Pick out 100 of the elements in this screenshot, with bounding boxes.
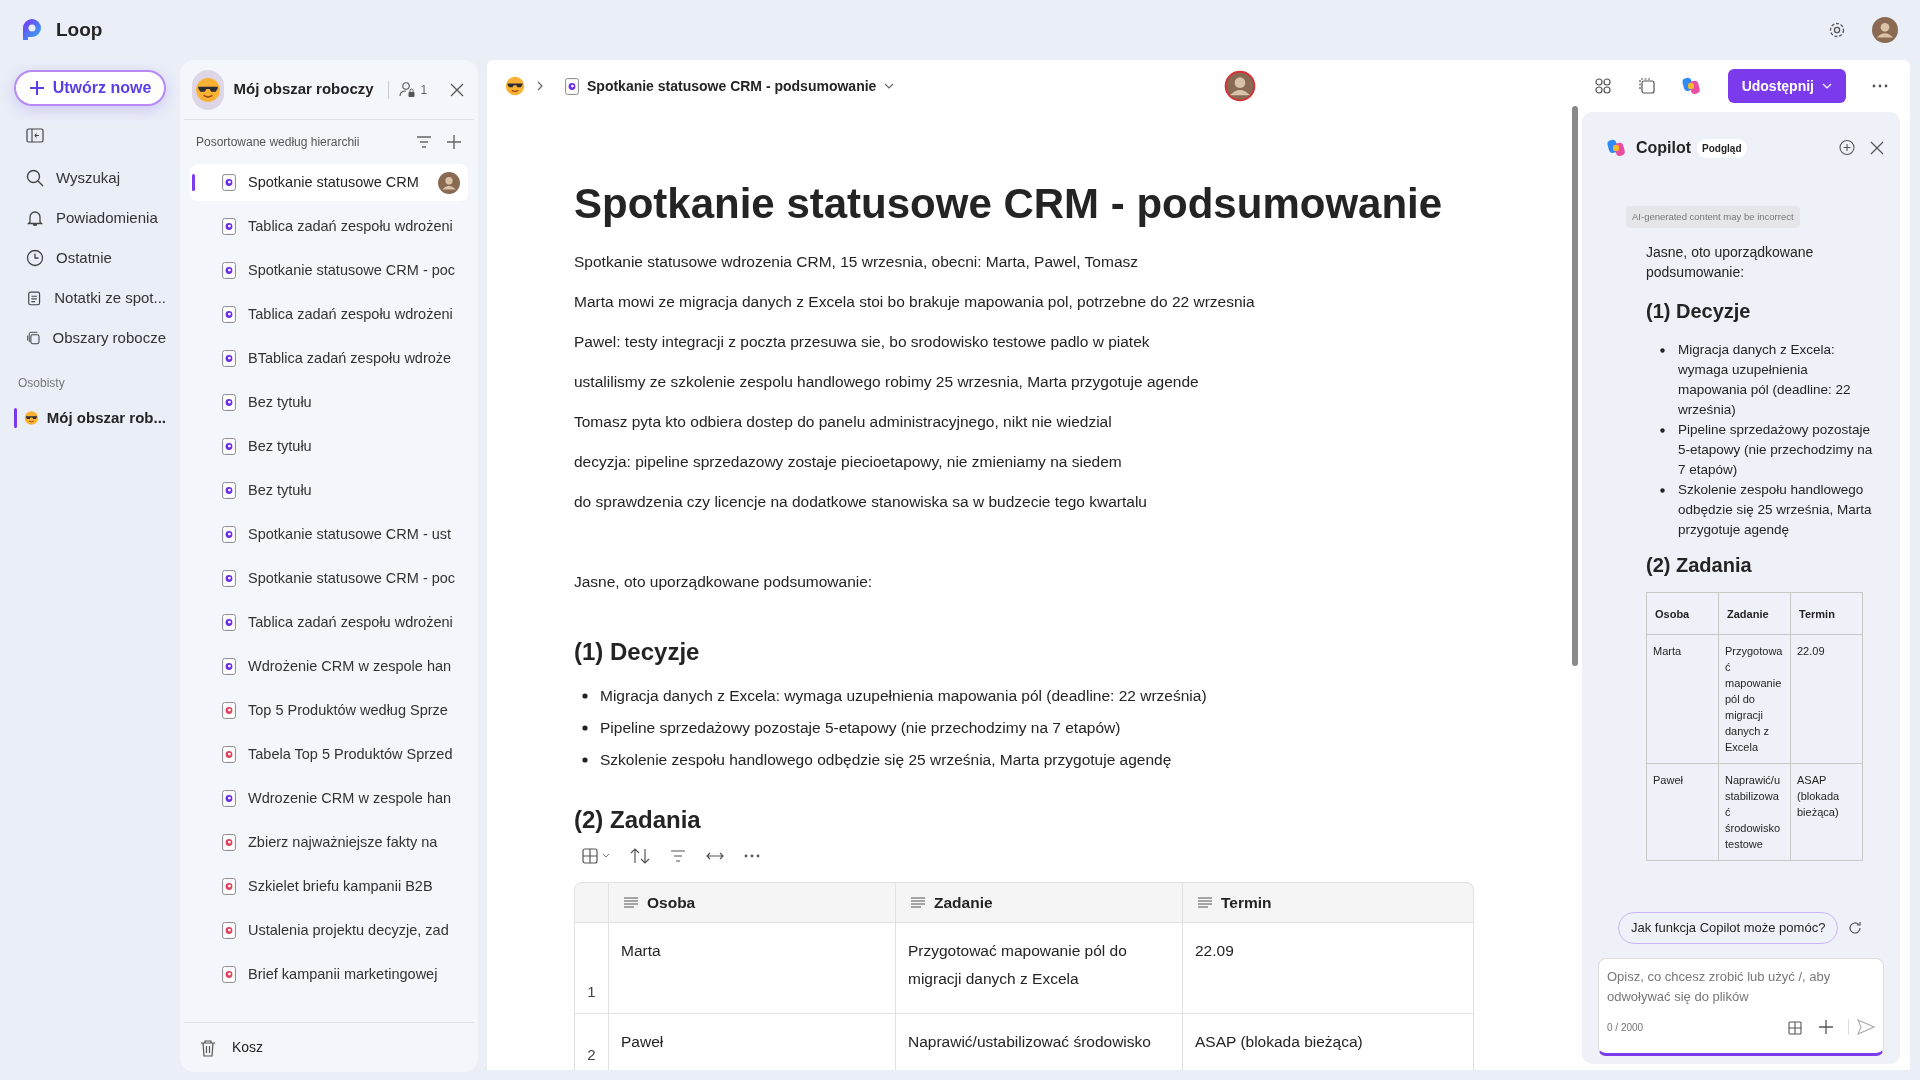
collapse-sidebar-button[interactable]: [26, 126, 46, 146]
nav-item[interactable]: Notatki ze spot...: [14, 278, 166, 318]
close-icon: [1870, 141, 1884, 155]
nav-item[interactable]: Obszary robocze: [14, 318, 166, 358]
send-icon: [1857, 1019, 1875, 1035]
page-item[interactable]: Spotkanie statusowe CRM - poc: [190, 252, 468, 289]
page-item[interactable]: Wdrożenie CRM w zespole han: [190, 648, 468, 685]
column-header[interactable]: Termin: [1221, 890, 1272, 915]
bullet-icon: [1660, 488, 1665, 494]
table-cell: 22.09: [1183, 923, 1474, 1014]
page-item[interactable]: Ustalenia projektu decyzje, zad: [190, 912, 468, 949]
page-item[interactable]: Tabela Top 5 Produktów Sprzed: [190, 736, 468, 773]
page-item[interactable]: Top 5 Produktów według Sprze: [190, 692, 468, 729]
refresh-icon: [1848, 921, 1863, 935]
trash-button[interactable]: Kosz: [184, 1022, 474, 1072]
workspaces-icon: [26, 329, 41, 347]
page-item[interactable]: Bez tytułu: [190, 428, 468, 465]
nav-item[interactable]: Ostatnie: [14, 238, 166, 278]
table-cell: Marta: [1646, 634, 1719, 764]
page-item[interactable]: Brief kampanii marketingowej: [190, 956, 468, 993]
page-icon: [222, 834, 236, 851]
page-item[interactable]: Tablica zadań zespołu wdrożeni: [190, 296, 468, 333]
row-number: 1: [574, 923, 609, 1014]
person-lock-icon: [398, 80, 417, 99]
column-header[interactable]: Osoba: [647, 890, 696, 915]
table-cell: Przygotować mapowanie pól do migracji danych z Excela: [1718, 634, 1791, 764]
list-item: Migracja danych z Excela: wymaga uzupełnienia mapowania pól (deadline: 22 września): [1678, 341, 1852, 420]
loop-page-icon: [222, 482, 236, 499]
list-item: Migracja danych z Excela: wymaga uzupełnienia mapowania pól (deadline: 22 września): [600, 686, 1207, 706]
copilot-icon: [1680, 76, 1701, 96]
chevron-down-icon: [602, 853, 610, 859]
page-item[interactable]: Bez tytułu: [190, 472, 468, 509]
copilot-title: Copilot: [1636, 138, 1692, 158]
share-button[interactable]: Udostępnij: [1727, 69, 1846, 103]
overlapping-squares-icon: [1637, 77, 1656, 95]
chat-input-field[interactable]: Opisz, co chcesz zrobić lub użyć /, aby odwoływać się do plików: [1607, 967, 1875, 1015]
trash-icon: [200, 1038, 216, 1057]
create-new-button[interactable]: Utwórz nowe: [14, 70, 166, 106]
loop-page-icon: [222, 350, 236, 367]
text-column-icon: [1197, 896, 1213, 909]
refresh-button[interactable]: [1848, 921, 1863, 935]
loop-page-icon: [222, 306, 236, 323]
attach-file-button[interactable]: [1788, 1019, 1804, 1035]
page-item[interactable]: Tablica zadań zespołu wdrożeni: [190, 604, 468, 641]
page-item[interactable]: Spotkanie statusowe CRM - poc: [190, 560, 468, 597]
page-item[interactable]: Spotkanie statusowe CRM: [190, 164, 468, 201]
text-column-icon: [910, 896, 926, 909]
resize-icon: [706, 851, 724, 861]
section-heading: (1) Decyzje: [1645, 299, 1752, 325]
column-width-button[interactable]: [706, 851, 724, 861]
page-item[interactable]: Bez tytułu: [190, 384, 468, 421]
filter-button[interactable]: [416, 135, 432, 149]
nav-item[interactable]: Wyszukaj: [14, 158, 166, 198]
settings-icon: [1828, 21, 1846, 39]
page-item[interactable]: Wdrozenie CRM w zespole han: [190, 780, 468, 817]
loop-page-icon: [222, 438, 236, 455]
preview-badge: Podgląd: [1697, 138, 1747, 158]
loop-page-icon: [222, 526, 236, 543]
more-button[interactable]: [744, 854, 760, 858]
search-icon: [26, 169, 44, 187]
page-item[interactable]: Tablica zadań zespołu wdrożeni: [190, 208, 468, 245]
add-button[interactable]: [1818, 1019, 1834, 1035]
more-icon: [1872, 84, 1888, 88]
table-cell: 22.09: [1790, 634, 1863, 764]
page-item[interactable]: Szkielet briefu kampanii B2B: [190, 868, 468, 905]
table-layout-button[interactable]: [582, 848, 610, 864]
list-item: Szkolenie zespołu handlowego odbędzie się 25 września, Marta przygotuje agendę: [1678, 481, 1873, 540]
workspace-item[interactable]: Mój obszar rob...: [14, 400, 166, 436]
loop-page-icon: [565, 77, 579, 95]
profile-avatar[interactable]: [1872, 16, 1900, 44]
breadcrumb-page[interactable]: Spotkanie statusowe CRM - podsumowanie: [565, 75, 895, 97]
page-title: Spotkanie statusowe CRM - podsumowanie: [574, 179, 1444, 229]
page-item[interactable]: Zbierz najważniejsze fakty na: [190, 824, 468, 861]
sort-label: Posortowane według hierarchii: [196, 134, 360, 151]
scrollbar[interactable]: [1572, 106, 1578, 666]
chat-input-box[interactable]: Opisz, co chcesz zrobić lub użyć /, aby odwoływać się do plików 0 / 2000: [1598, 958, 1884, 1056]
column-header[interactable]: Zadanie: [934, 890, 993, 915]
add-page-button[interactable]: [446, 134, 462, 150]
section-heading: (2) Zadania: [574, 805, 702, 835]
sort-button[interactable]: [630, 848, 650, 864]
new-chat-button[interactable]: [1838, 139, 1856, 157]
paragraph: do sprawdzenia czy licencje na dodatkowe stanowiska sa w budzecie tego kwartalu: [574, 492, 1148, 512]
page-icon: [222, 878, 236, 895]
filter-icon: [670, 849, 686, 863]
workspace-title: Mój obszar roboczy: [233, 79, 374, 100]
table-cell: Paweł: [1646, 763, 1719, 861]
page-item[interactable]: BTablica zadań zespołu wdroże: [190, 340, 468, 377]
collapse-icon: [26, 128, 44, 144]
workspace-emoji-icon: [505, 76, 525, 96]
copilot-icon: [1606, 138, 1626, 158]
nav-item[interactable]: Powiadomienia: [14, 198, 166, 238]
page-item[interactable]: Spotkanie statusowe CRM - ust: [190, 516, 468, 553]
filter-button[interactable]: [670, 849, 686, 863]
paragraph: decyzja: pipeline sprzedazowy zostaje piecioetapowy, nie zmieniamy na siedem: [574, 452, 1123, 472]
table-cell: Marta: [609, 923, 896, 1014]
members-button[interactable]: 1: [398, 80, 428, 99]
page-icon: [222, 922, 236, 939]
loop-page-icon: [222, 394, 236, 411]
close-button[interactable]: [1870, 141, 1884, 155]
chevron-right-icon: [535, 81, 545, 91]
